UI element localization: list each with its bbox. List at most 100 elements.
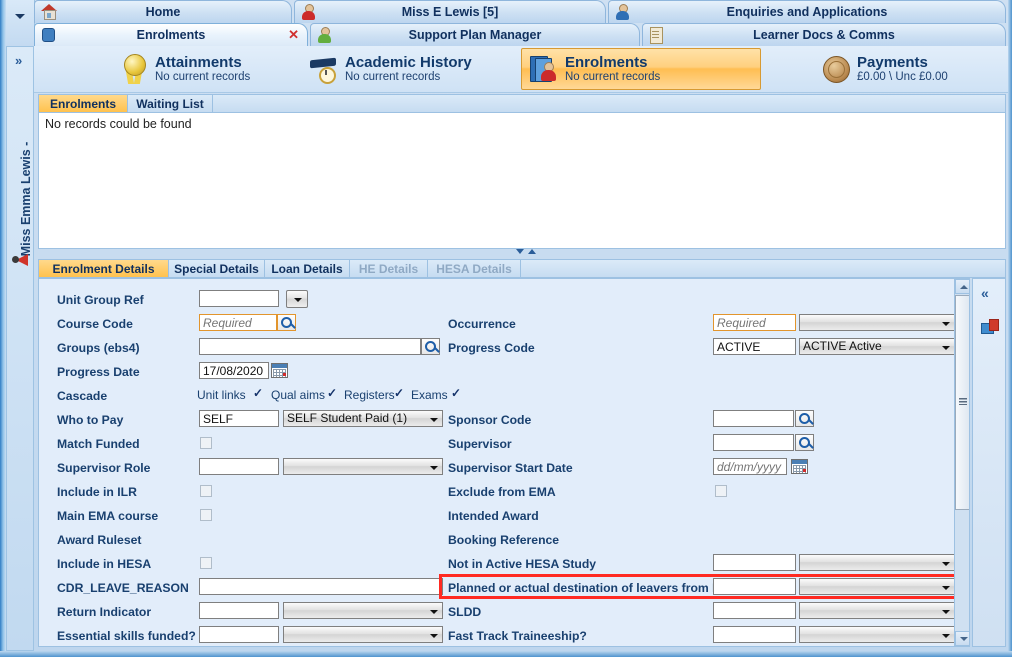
tab-loan-details[interactable]: Loan Details (265, 260, 350, 277)
summary-card-payments[interactable]: Payments £0.00 \ Unc £0.00 (814, 48, 956, 90)
supervisor-start-date-input[interactable] (713, 458, 787, 475)
course-code-input[interactable] (199, 314, 277, 331)
supervisor-role-combo[interactable] (283, 458, 443, 475)
book-person-icon (530, 56, 558, 82)
tab-miss-e-lewis-label: Miss E Lewis [5] (401, 5, 499, 19)
cascade-qual-aims-checkbox[interactable]: ✓ (327, 387, 337, 399)
sldd-combo[interactable] (799, 602, 955, 619)
collapse-panel-icon[interactable]: « (981, 285, 989, 301)
not-in-active-hesa-study-combo[interactable] (799, 554, 955, 571)
search-icon (281, 317, 292, 328)
course-code-search-button[interactable] (277, 314, 296, 331)
tab-enrolment-details[interactable]: Enrolment Details (39, 260, 169, 277)
main-ema-course-checkbox[interactable] (200, 509, 212, 521)
cascade-exams-checkbox[interactable]: ✓ (451, 387, 461, 399)
chevron-down-icon (430, 634, 438, 638)
chevron-down-icon (942, 586, 950, 590)
label-cascade: Cascade (57, 389, 108, 403)
fast-track-traineeship-input[interactable] (713, 626, 796, 643)
planned-destination-input[interactable] (713, 578, 796, 595)
tab-overflow-strip[interactable] (6, 0, 35, 46)
occurrence-combo[interactable] (799, 314, 955, 331)
tab-miss-e-lewis[interactable]: Miss E Lewis [5] (294, 0, 606, 23)
search-icon (799, 437, 810, 448)
progress-code-combo[interactable]: ACTIVE Active (799, 338, 955, 355)
splitter-collapse-up-icon[interactable] (528, 249, 536, 254)
planned-destination-combo[interactable] (799, 578, 955, 595)
label-who-to-pay: Who to Pay (57, 413, 124, 427)
cascade-registers-checkbox[interactable]: ✓ (394, 387, 404, 399)
close-icon[interactable]: ✕ (288, 27, 299, 43)
tab-home[interactable]: Home (34, 0, 292, 23)
exclude-from-ema-checkbox[interactable] (715, 485, 727, 497)
not-in-active-hesa-study-input[interactable] (713, 554, 796, 571)
tab-hesa-details-label: HESA Details (436, 261, 512, 276)
include-in-ilr-checkbox[interactable] (200, 485, 212, 497)
expand-rail-icon[interactable]: » (15, 53, 22, 68)
groups-ebs4-search-button[interactable] (421, 338, 440, 355)
tab-he-details-label: HE Details (358, 261, 419, 276)
tab-support-plan-manager[interactable]: Support Plan Manager (310, 23, 640, 46)
label-fast-track-traineeship: Fast Track Traineeship? (448, 629, 587, 643)
groups-ebs4-input[interactable] (199, 338, 421, 355)
person-green-icon (317, 27, 334, 44)
chevron-down-icon (942, 562, 950, 566)
tab-learner-docs-comms[interactable]: Learner Docs & Comms (642, 23, 1006, 46)
panel-splitter[interactable] (38, 248, 1006, 258)
unit-group-ref-dropdown-button[interactable] (286, 290, 308, 308)
sponsor-code-search-button[interactable] (795, 410, 814, 427)
form-vertical-scrollbar[interactable] (954, 279, 969, 646)
supervisor-search-button[interactable] (795, 434, 814, 451)
occurrence-input[interactable] (713, 314, 796, 331)
tab-home-label: Home (145, 5, 181, 19)
cdr-leave-reason-input[interactable] (199, 578, 443, 595)
summary-card-attainments-title: Attainments (155, 53, 242, 71)
sponsor-code-input[interactable] (713, 410, 794, 427)
summary-card-enrolments-title: Enrolments (565, 53, 648, 71)
chevron-down-icon (942, 322, 950, 326)
fast-track-traineeship-combo[interactable] (799, 626, 955, 643)
progress-date-input[interactable] (199, 362, 269, 379)
left-navigation-rail[interactable]: » Miss Emma Lewis - (6, 46, 34, 651)
splitter-collapse-down-icon[interactable] (516, 249, 524, 254)
unit-group-ref-input[interactable] (199, 290, 279, 307)
label-groups-ebs4: Groups (ebs4) (57, 341, 140, 355)
scroll-up-button[interactable] (955, 279, 969, 294)
tab-enrolments[interactable]: Enrolments ✕ (34, 23, 308, 46)
who-to-pay-combo[interactable]: SELF Student Paid (1) (283, 410, 443, 427)
essential-skills-funded-code-input[interactable] (199, 626, 279, 643)
scrollbar-thumb[interactable] (955, 295, 969, 510)
tab-grid-enrolments[interactable]: Enrolments (39, 95, 128, 112)
summary-card-academic-history[interactable]: Academic History No current records (302, 48, 480, 90)
return-indicator-combo[interactable] (283, 602, 443, 619)
pin-icon[interactable] (981, 319, 999, 335)
return-indicator-code-input[interactable] (199, 602, 279, 619)
sldd-input[interactable] (713, 602, 796, 619)
chevron-down-icon (294, 298, 302, 302)
megaphone-icon[interactable] (12, 252, 30, 268)
rosette-icon (122, 54, 148, 84)
who-to-pay-code-input[interactable] (199, 410, 279, 427)
chevron-down-icon (942, 634, 950, 638)
chevron-down-icon[interactable] (15, 14, 25, 19)
scroll-down-button[interactable] (955, 631, 969, 646)
essential-skills-funded-combo[interactable] (283, 626, 443, 643)
progress-code-input[interactable] (713, 338, 796, 355)
tab-special-details[interactable]: Special Details (169, 260, 265, 277)
tab-grid-waiting-list[interactable]: Waiting List (128, 95, 213, 112)
grid-body[interactable]: No records could be found (38, 113, 1006, 249)
tab-enquiries-and-applications[interactable]: Enquiries and Applications (608, 0, 1006, 23)
include-in-hesa-checkbox[interactable] (200, 557, 212, 569)
supervisor-role-code-input[interactable] (199, 458, 279, 475)
summary-card-enrolments[interactable]: Enrolments No current records (521, 48, 761, 90)
supervisor-start-date-calendar-button[interactable] (791, 459, 808, 474)
right-side-panel[interactable]: « (972, 278, 1006, 647)
progress-date-calendar-button[interactable] (271, 363, 288, 378)
summary-card-attainments[interactable]: Attainments No current records (114, 48, 258, 90)
supervisor-input[interactable] (713, 434, 794, 451)
label-essential-skills-funded: Essential skills funded? (57, 629, 196, 643)
tab-special-details-label: Special Details (174, 261, 259, 276)
cascade-unit-links-checkbox[interactable]: ✓ (253, 387, 263, 399)
match-funded-checkbox[interactable] (200, 437, 212, 449)
summary-card-enrolments-subtitle: No current records (565, 71, 661, 84)
